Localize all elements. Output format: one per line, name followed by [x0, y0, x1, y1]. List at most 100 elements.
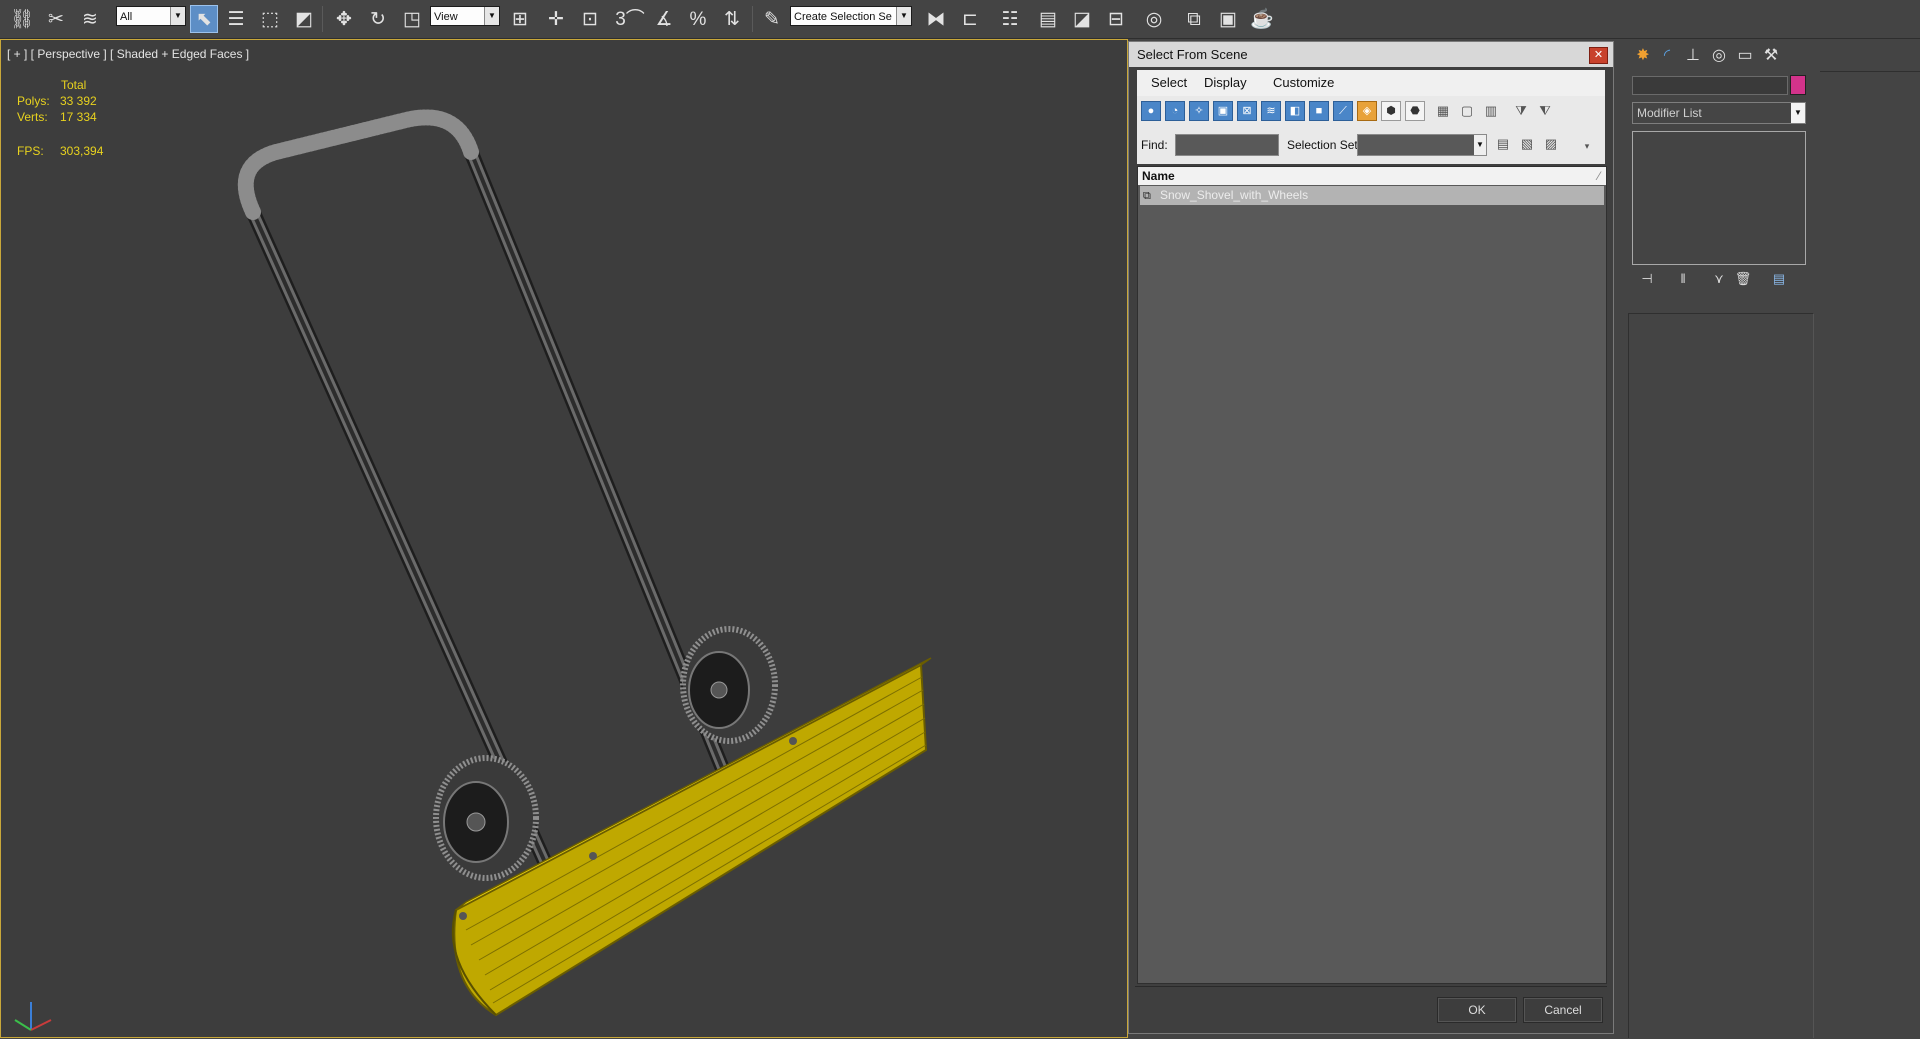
- spinner-snap-icon[interactable]: ⇅: [718, 5, 746, 33]
- toolbar-overflow-icon[interactable]: ▾: [1577, 136, 1597, 156]
- object-type-icon: ⧉: [1143, 190, 1151, 202]
- pin-stack-icon[interactable]: ⊣: [1636, 269, 1658, 289]
- close-icon[interactable]: ✕: [1589, 47, 1608, 64]
- chevron-down-icon: ▼: [484, 7, 499, 25]
- modifier-list-dropdown[interactable]: Modifier List ▼: [1632, 102, 1806, 124]
- list-item[interactable]: ⧉ Snow_Shovel_with_Wheels: [1140, 186, 1604, 205]
- chevron-down-icon: ▼: [1791, 103, 1805, 123]
- display-shapes-icon[interactable]: ◔: [1165, 101, 1185, 121]
- named-selection-set-dropdown[interactable]: Create Selection Se ▼: [790, 6, 912, 26]
- hierarchy-tab-icon[interactable]: ⊥: [1682, 45, 1704, 67]
- selection-filter-dropdown[interactable]: All ▼: [116, 6, 186, 26]
- dialog-toolbar: ● ◔ ✧ ▣ ⊠ ≋ ◧ ■ ⟋ ◈ ⬢ ⬣ ▦ ▢ ▥ ⧩ ⧨ Find: …: [1137, 96, 1605, 164]
- selection-set-dropdown[interactable]: ▼: [1357, 134, 1487, 156]
- chevron-down-icon: ▼: [170, 7, 185, 25]
- bind-space-warp-icon[interactable]: ≋: [76, 5, 104, 33]
- menu-select[interactable]: Select: [1151, 75, 1187, 90]
- find-input[interactable]: [1175, 134, 1279, 156]
- remove-from-selection-set-icon[interactable]: ▨: [1541, 134, 1561, 154]
- unlink-icon[interactable]: ✂: [42, 5, 70, 33]
- dialog-menu-bar: Select Display Customize: [1137, 70, 1605, 96]
- configure-modifier-sets-icon[interactable]: ▤: [1768, 269, 1790, 289]
- sort-arrow-icon: ⁄: [1597, 169, 1600, 183]
- select-object-icon[interactable]: ⬉: [190, 5, 218, 33]
- selection-set-label: Selection Set:: [1287, 138, 1362, 152]
- axis-tripod-icon: [14, 1002, 52, 1031]
- move-icon[interactable]: ✥: [330, 5, 358, 33]
- display-cameras-icon[interactable]: ▣: [1213, 101, 1233, 121]
- modify-tab-icon[interactable]: ◜: [1656, 45, 1678, 67]
- motion-tab-icon[interactable]: ◎: [1708, 45, 1730, 67]
- display-bones-icon[interactable]: ⟋: [1333, 101, 1353, 121]
- display-groups-icon[interactable]: ◧: [1285, 101, 1305, 121]
- scale-icon[interactable]: ◳: [398, 5, 426, 33]
- modifier-stack[interactable]: [1632, 131, 1806, 265]
- new-selection-set-icon[interactable]: ▤: [1493, 134, 1513, 154]
- link-icon[interactable]: ⛓: [8, 5, 36, 33]
- left-wheel: [433, 755, 539, 881]
- toolbar-divider: [322, 6, 323, 32]
- select-all-icon[interactable]: ▦: [1433, 101, 1453, 121]
- material-editor-icon[interactable]: ◎: [1140, 5, 1168, 33]
- graphite-ribbon-icon[interactable]: ▤: [1034, 5, 1062, 33]
- select-by-name-icon[interactable]: ☰: [222, 5, 250, 33]
- object-name-field[interactable]: [1632, 76, 1788, 95]
- display-lights-icon[interactable]: ✧: [1189, 101, 1209, 121]
- display-hidden-icon[interactable]: ⬣: [1405, 101, 1425, 121]
- rectangular-selection-icon[interactable]: ⬚: [256, 5, 284, 33]
- rendered-frame-window-icon[interactable]: ▣: [1214, 5, 1242, 33]
- add-to-selection-set-icon[interactable]: ▧: [1517, 134, 1537, 154]
- display-tab-icon[interactable]: ▭: [1734, 45, 1756, 67]
- object-color-swatch[interactable]: [1790, 75, 1806, 95]
- snow-shovel-model[interactable]: [1, 40, 1127, 1037]
- make-unique-icon[interactable]: ⋎: [1708, 269, 1730, 289]
- select-manipulate-icon[interactable]: ✛: [542, 5, 570, 33]
- edit-named-selection-icon[interactable]: ✎: [758, 5, 786, 33]
- chevron-down-icon: ▼: [1474, 135, 1486, 155]
- scene-object-list[interactable]: Name ⁄ ⧉ Snow_Shovel_with_Wheels: [1137, 166, 1607, 984]
- utilities-tab-icon[interactable]: ⚒: [1760, 45, 1782, 67]
- display-xrefs-icon[interactable]: ■: [1309, 101, 1329, 121]
- display-frozen-icon[interactable]: ⬢: [1381, 101, 1401, 121]
- render-setup-icon[interactable]: ⧉: [1180, 5, 1208, 33]
- chevron-down-icon: ▼: [896, 7, 911, 25]
- command-panel-extension: [1820, 71, 1920, 1039]
- ok-button[interactable]: OK: [1437, 997, 1517, 1023]
- menu-customize[interactable]: Customize: [1273, 75, 1334, 90]
- remove-modifier-icon[interactable]: 🗑: [1732, 269, 1754, 289]
- filter-icon[interactable]: ⧩: [1511, 101, 1531, 121]
- right-wheel: [680, 626, 778, 744]
- cancel-button[interactable]: Cancel: [1523, 997, 1603, 1023]
- render-production-icon[interactable]: ☕: [1248, 5, 1276, 33]
- display-space-warps-icon[interactable]: ≋: [1261, 101, 1281, 121]
- display-containers-icon[interactable]: ◈: [1357, 101, 1377, 121]
- angle-snap-icon[interactable]: ∡: [650, 5, 678, 33]
- show-end-result-icon[interactable]: ‖: [1672, 269, 1694, 289]
- create-tab-icon[interactable]: ✸: [1632, 45, 1654, 67]
- select-none-icon[interactable]: ▢: [1457, 101, 1477, 121]
- display-geometry-icon[interactable]: ●: [1141, 101, 1161, 121]
- dialog-title[interactable]: Select From Scene: [1129, 42, 1613, 67]
- layer-manager-icon[interactable]: ☷: [996, 5, 1024, 33]
- filter-options-icon[interactable]: ⧨: [1535, 101, 1555, 121]
- keyboard-shortcut-override-icon[interactable]: ⊡: [576, 5, 604, 33]
- snaps-toggle-icon[interactable]: 3 ⌒: [615, 5, 645, 33]
- mirror-icon[interactable]: ⧓: [922, 5, 950, 33]
- find-label: Find:: [1141, 138, 1168, 152]
- schematic-view-icon[interactable]: ⊟: [1102, 5, 1130, 33]
- menu-display[interactable]: Display: [1204, 75, 1247, 90]
- align-icon[interactable]: ⊏: [956, 5, 984, 33]
- dialog-footer: OK Cancel: [1135, 986, 1607, 1030]
- toolbar-divider: [752, 6, 753, 32]
- rotate-icon[interactable]: ↻: [364, 5, 392, 33]
- reference-coordinate-dropdown[interactable]: View ▼: [430, 6, 500, 26]
- main-toolbar: ⛓ ✂ ≋ All ▼ ⬉ ☰ ⬚ ◩ ✥ ↻ ◳ View ▼ ⊞ ✛ ⊡ 3 ⌒ …: [0, 0, 1920, 39]
- perspective-viewport[interactable]: [ + ] [ Perspective ] [ Shaded + Edged F…: [0, 39, 1128, 1038]
- display-helpers-icon[interactable]: ⊠: [1237, 101, 1257, 121]
- percent-snap-icon[interactable]: %: [684, 5, 712, 33]
- name-column-header[interactable]: Name ⁄: [1138, 167, 1606, 185]
- pivot-center-icon[interactable]: ⊞: [506, 5, 534, 33]
- select-invert-icon[interactable]: ▥: [1481, 101, 1501, 121]
- curve-editor-icon[interactable]: ◪: [1068, 5, 1096, 33]
- window-crossing-icon[interactable]: ◩: [290, 5, 318, 33]
